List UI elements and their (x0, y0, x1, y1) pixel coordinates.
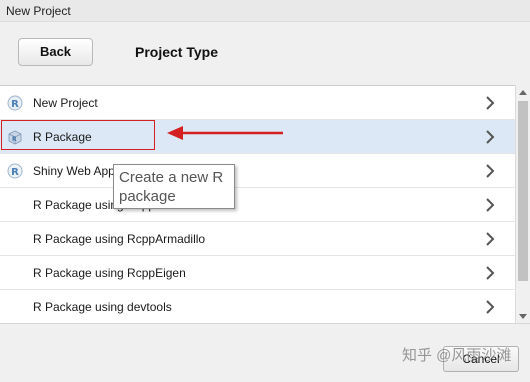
list-item-new-project[interactable]: R New Project (0, 86, 515, 120)
wizard-header: Back Project Type (0, 22, 530, 84)
chevron-right-icon (486, 300, 495, 314)
scroll-thumb[interactable] (518, 101, 528, 281)
svg-text:R: R (11, 167, 19, 178)
chevron-right-icon (486, 130, 495, 144)
r-package-icon: R (8, 130, 22, 145)
scroll-down-icon[interactable] (519, 314, 527, 319)
wizard-footer: Cancel 知乎 @风雨沙滩 (0, 323, 530, 382)
svg-text:R: R (12, 136, 17, 143)
list-item-label: R Package using RcppEigen (33, 266, 186, 280)
chevron-right-icon (486, 232, 495, 246)
list-item-label: R Package using devtools (33, 300, 172, 314)
cancel-button[interactable]: Cancel (443, 346, 519, 372)
tooltip: Create a new R package (113, 164, 235, 209)
list-item-r-package-rcpparmadillo[interactable]: R Package using RcppArmadillo (0, 222, 515, 256)
shiny-r-icon: R (7, 163, 23, 179)
list-item-r-package-rcppeigen[interactable]: R Package using RcppEigen (0, 256, 515, 290)
project-type-list: R New Project R R Package R Shiny Web Ap… (0, 85, 515, 323)
chevron-right-icon (486, 266, 495, 280)
list-item-label: R Package (33, 130, 92, 144)
list-item-shiny-web-app[interactable]: R Shiny Web App (0, 154, 515, 188)
chevron-right-icon (486, 198, 495, 212)
list-item-label: Shiny Web App (33, 164, 115, 178)
r-icon: R (7, 95, 23, 111)
chevron-right-icon (486, 164, 495, 178)
annotation-arrow-icon (167, 126, 283, 140)
chevron-right-icon (486, 96, 495, 110)
window-titlebar: New Project (0, 0, 530, 22)
list-item-r-package-devtools[interactable]: R Package using devtools (0, 290, 515, 323)
list-item-label: New Project (33, 96, 98, 110)
page-title: Project Type (135, 44, 218, 60)
list-scrollbar[interactable] (515, 85, 530, 323)
window-title: New Project (6, 4, 71, 18)
svg-text:R: R (11, 99, 19, 110)
list-item-label: R Package using RcppArmadillo (33, 232, 206, 246)
scroll-up-icon[interactable] (519, 90, 527, 95)
back-button[interactable]: Back (18, 38, 93, 66)
list-item-r-package-rcpp[interactable]: R Package using Rcpp (0, 188, 515, 222)
